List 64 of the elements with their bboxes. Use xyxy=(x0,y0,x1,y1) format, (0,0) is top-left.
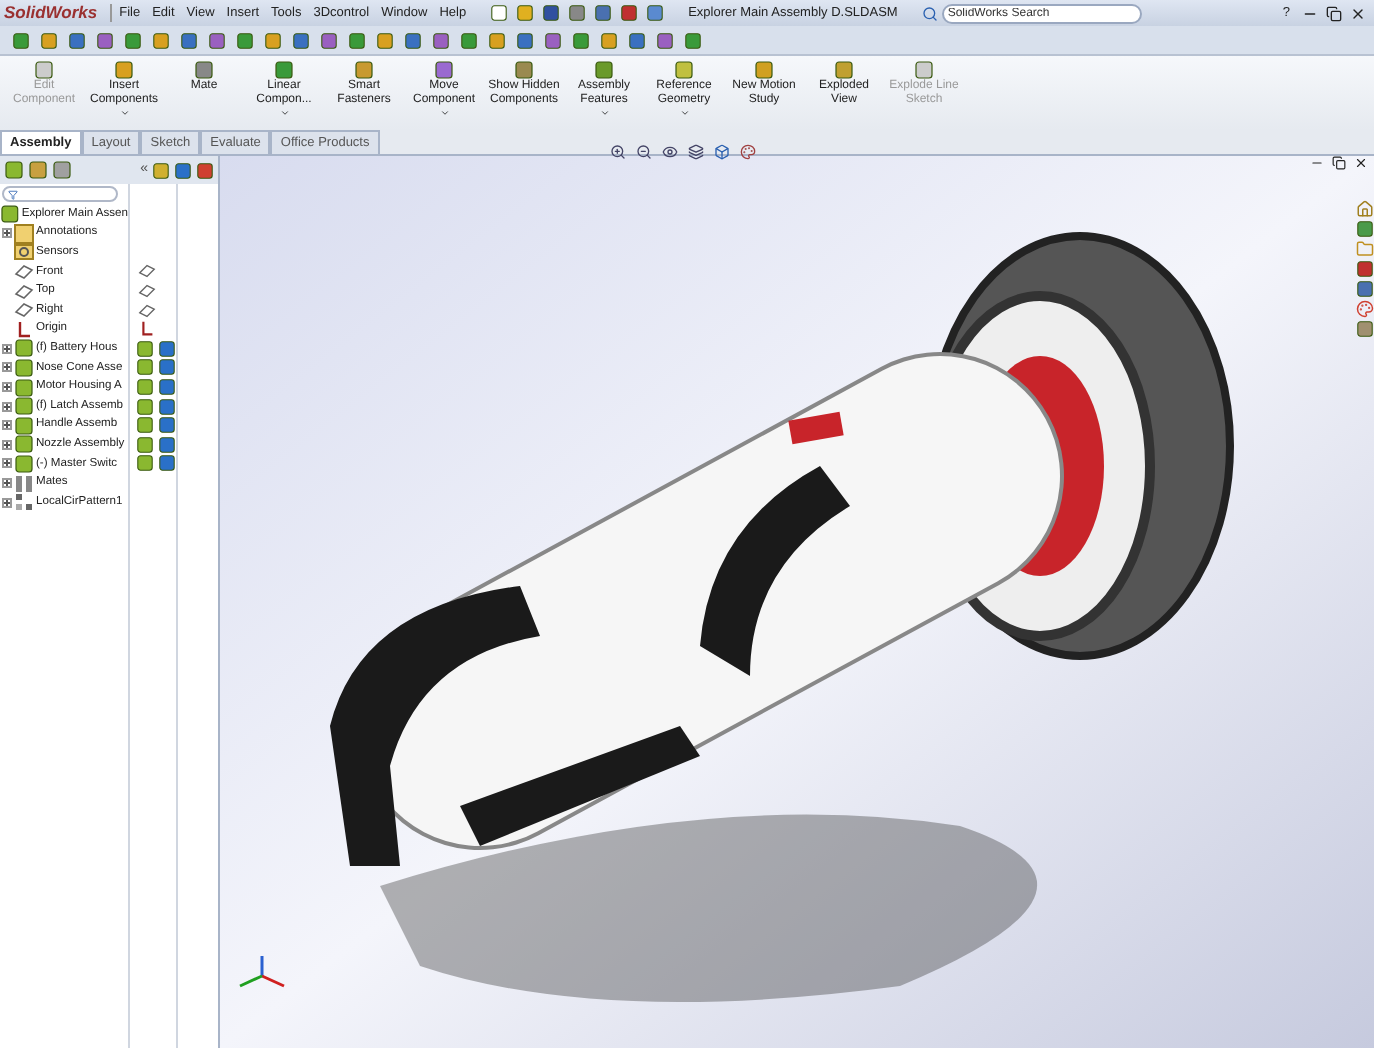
plane-icon xyxy=(14,281,34,302)
ribbon-icon xyxy=(754,60,774,80)
assembly-icon xyxy=(14,338,34,359)
expand-toggle[interactable] xyxy=(2,401,12,412)
ribbon-icon xyxy=(834,60,854,80)
assembly-icon[interactable] xyxy=(152,161,170,179)
expand-toggle[interactable] xyxy=(2,420,12,431)
ribbon-icon xyxy=(674,60,694,80)
assembly-icon xyxy=(14,415,34,436)
ribbon-icon xyxy=(594,60,614,80)
origin-icon xyxy=(14,319,34,340)
appearance-icon[interactable] xyxy=(1356,300,1374,318)
expand-toggle[interactable] xyxy=(2,382,12,393)
minimize-icon[interactable] xyxy=(1310,156,1324,170)
origin-icon xyxy=(138,320,156,339)
ribbon-icon xyxy=(354,60,374,80)
appearance-icon[interactable] xyxy=(740,144,756,160)
cube-icon[interactable] xyxy=(714,144,730,160)
assembly-icon xyxy=(0,204,20,224)
assembly-icon xyxy=(14,453,34,474)
cube-icon[interactable] xyxy=(174,161,192,179)
zoom-icon[interactable] xyxy=(636,144,652,160)
app-logo: SolidWorks xyxy=(4,0,98,26)
appearance-icon[interactable] xyxy=(196,161,214,179)
filter-field[interactable] xyxy=(2,186,118,202)
ribbon-icon xyxy=(274,60,294,80)
expand-toggle[interactable] xyxy=(2,439,12,450)
feature-manager-tab-icon[interactable] xyxy=(4,160,24,180)
ribbon-icon xyxy=(434,60,454,80)
toolbar-icon[interactable] xyxy=(1356,320,1374,338)
section-view-icon[interactable] xyxy=(688,144,704,160)
plane-icon xyxy=(14,261,34,282)
assembly-icon xyxy=(14,396,34,417)
ribbon-icon xyxy=(114,60,134,80)
mates-icon xyxy=(14,473,34,494)
expand-toggle[interactable] xyxy=(2,478,12,489)
pattern-icon xyxy=(14,492,34,513)
close-icon[interactable] xyxy=(1354,156,1368,170)
axis-triad-icon xyxy=(236,952,288,992)
configuration-tab-icon[interactable] xyxy=(52,160,72,180)
assembly-icon xyxy=(14,377,34,398)
ribbon-icon xyxy=(194,60,214,80)
home-icon[interactable] xyxy=(1356,200,1374,218)
restore-icon[interactable] xyxy=(1332,156,1346,170)
property-manager-tab-icon[interactable] xyxy=(28,160,48,180)
close-icon[interactable] xyxy=(1350,5,1366,21)
expand-toggle[interactable] xyxy=(2,343,12,354)
expand-toggle[interactable] xyxy=(2,228,12,239)
ribbon-icon xyxy=(914,60,934,80)
search-icon xyxy=(921,5,938,21)
annotation-icon xyxy=(14,223,34,244)
ribbon-icon xyxy=(34,60,54,80)
sensor-icon xyxy=(14,242,34,263)
expand-toggle[interactable] xyxy=(2,497,12,508)
assembly-icon xyxy=(14,434,34,455)
ribbon-icon xyxy=(514,60,534,80)
view-icon[interactable] xyxy=(662,144,678,160)
plane-icon xyxy=(14,300,34,321)
assembly-icon xyxy=(14,357,34,378)
expand-toggle[interactable] xyxy=(2,458,12,469)
restore-icon[interactable] xyxy=(1326,5,1342,21)
expand-toggle[interactable] xyxy=(2,362,12,373)
zoom-icon[interactable] xyxy=(610,144,626,160)
filter-icon xyxy=(8,189,18,199)
